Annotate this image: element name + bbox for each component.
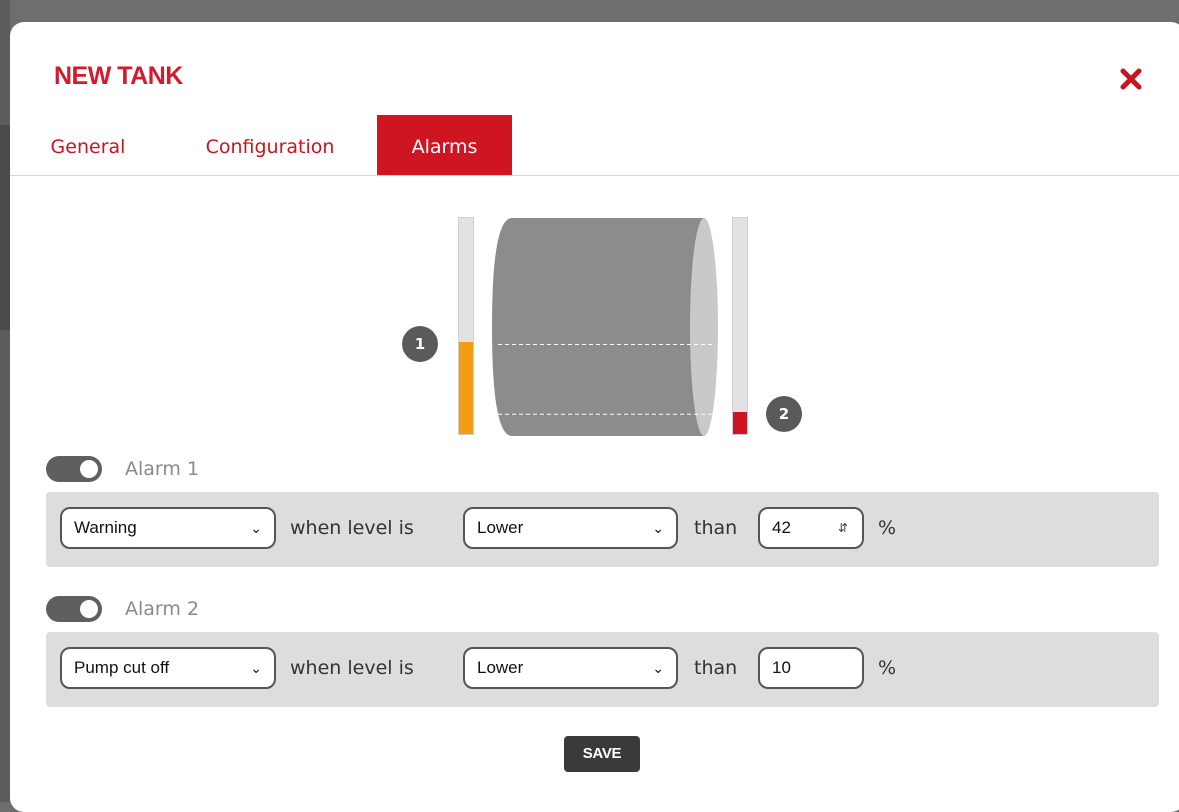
select-value: Lower: [477, 518, 524, 537]
alarm2-comparison-select[interactable]: Lower ⌄: [463, 647, 678, 689]
tab-alarms[interactable]: Alarms: [377, 115, 512, 175]
alarm1-toggle[interactable]: [46, 456, 102, 482]
alarm2-level-bar: [732, 217, 748, 435]
condition-text: when level is: [290, 517, 414, 539]
than-text: than: [694, 657, 738, 679]
unit-text: %: [878, 657, 897, 679]
alarm1-label: Alarm 1: [125, 458, 200, 480]
modal-title: NEW TANK: [54, 62, 183, 90]
alarm1-comparison-select[interactable]: Lower ⌄: [463, 507, 678, 549]
chevron-down-icon: ⌄: [652, 660, 664, 676]
close-icon[interactable]: [1118, 66, 1144, 92]
select-value: Pump cut off: [74, 658, 170, 677]
select-value: Lower: [477, 658, 524, 677]
alarm1-header: Alarm 1: [46, 455, 199, 483]
condition-text: when level is: [290, 657, 414, 679]
toggle-knob: [80, 600, 98, 618]
page-backdrop: [0, 0, 10, 802]
alarm2-type-select[interactable]: Pump cut off ⌄: [60, 647, 276, 689]
chevron-down-icon: ⌄: [250, 520, 262, 536]
alarm2-level-fill: [733, 412, 747, 434]
alarm1-level-fill: [459, 342, 473, 434]
input-value: 10: [772, 658, 791, 677]
select-value: Warning: [74, 518, 137, 537]
alarm2-marker: 2: [766, 396, 802, 432]
chevron-down-icon: ⌄: [250, 660, 262, 676]
backdrop-shade: [0, 125, 10, 330]
alarm2-row: Pump cut off ⌄ when level is Lower ⌄ tha…: [46, 632, 1159, 707]
alarm2-label: Alarm 2: [125, 598, 200, 620]
tab-configuration[interactable]: Configuration: [192, 115, 348, 175]
alarm1-level-input[interactable]: 42 ⇵: [758, 507, 864, 549]
save-button[interactable]: SAVE: [564, 736, 640, 772]
alarm2-level-input[interactable]: 10: [758, 647, 864, 689]
alarm1-level-bar: [458, 217, 474, 435]
chevron-down-icon: ⌄: [652, 520, 664, 536]
alarm1-marker: 1: [402, 326, 438, 362]
tab-bar: General Configuration Alarms: [10, 115, 1179, 176]
than-text: than: [694, 517, 738, 539]
input-value: 42: [772, 518, 791, 537]
new-tank-modal: NEW TANK General Configuration Alarms 1 …: [10, 22, 1179, 812]
tab-general[interactable]: General: [38, 115, 138, 175]
toggle-knob: [80, 460, 98, 478]
alarm1-type-select[interactable]: Warning ⌄: [60, 507, 276, 549]
alarm1-row: Warning ⌄ when level is Lower ⌄ than 42 …: [46, 492, 1159, 567]
alarm2-header: Alarm 2: [46, 595, 199, 623]
unit-text: %: [878, 517, 897, 539]
spinner-icon[interactable]: ⇵: [838, 509, 848, 547]
tank-illustration: [492, 218, 718, 436]
alarm2-toggle[interactable]: [46, 596, 102, 622]
